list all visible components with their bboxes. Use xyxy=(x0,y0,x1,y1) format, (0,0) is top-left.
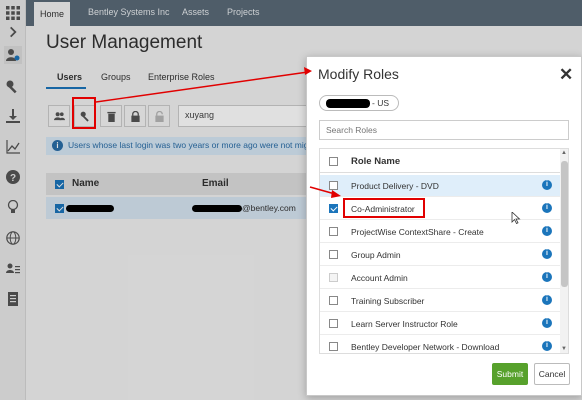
info-icon[interactable]: i xyxy=(542,318,552,328)
roles-scrollbar[interactable]: ▲ ▼ xyxy=(560,149,568,353)
role-name: Account Admin xyxy=(351,273,408,283)
scroll-down-icon[interactable]: ▼ xyxy=(561,346,567,352)
organization-pill: - US xyxy=(319,95,399,111)
role-checkbox[interactable] xyxy=(329,204,338,213)
info-icon[interactable]: i xyxy=(542,272,552,282)
info-icon[interactable]: i xyxy=(542,203,552,213)
list-item[interactable]: Training Subscriber i xyxy=(320,290,560,312)
role-name: Learn Server Instructor Role xyxy=(351,319,458,329)
role-name: Group Admin xyxy=(351,250,401,260)
role-checkbox-disabled xyxy=(329,273,338,282)
close-icon[interactable]: ✕ xyxy=(559,65,573,85)
scrollbar-thumb[interactable] xyxy=(561,161,568,287)
mouse-cursor-icon xyxy=(511,212,521,224)
role-checkbox[interactable] xyxy=(329,181,338,190)
org-suffix: - US xyxy=(372,98,389,108)
highlight-box-co-administrator xyxy=(343,198,425,218)
role-checkbox[interactable] xyxy=(329,227,338,236)
info-icon[interactable]: i xyxy=(542,226,552,236)
info-icon[interactable]: i xyxy=(542,295,552,305)
role-name: Product Delivery - DVD xyxy=(351,181,439,191)
info-icon[interactable]: i xyxy=(542,180,552,190)
dialog-title: Modify Roles xyxy=(318,66,399,82)
list-item[interactable]: Account Admin i xyxy=(320,267,560,289)
scroll-up-icon[interactable]: ▲ xyxy=(561,150,567,156)
roles-list-header: Role Name xyxy=(320,149,568,173)
list-item[interactable]: ProjectWise ContextShare - Create i xyxy=(320,221,560,243)
list-item[interactable]: Product Delivery - DVD i xyxy=(320,175,560,197)
role-name: Bentley Developer Network - Download xyxy=(351,342,500,352)
role-checkbox[interactable] xyxy=(329,296,338,305)
role-checkbox[interactable] xyxy=(329,250,338,259)
info-icon[interactable]: i xyxy=(542,341,552,351)
role-checkbox[interactable] xyxy=(329,342,338,351)
submit-button[interactable]: Submit xyxy=(492,363,528,385)
search-roles-input[interactable] xyxy=(319,120,569,140)
list-item[interactable]: Learn Server Instructor Role i xyxy=(320,313,560,335)
role-name: Training Subscriber xyxy=(351,296,425,306)
highlight-box-modify-roles xyxy=(72,97,96,129)
list-item[interactable]: Group Admin i xyxy=(320,244,560,266)
cancel-button[interactable]: Cancel xyxy=(534,363,570,385)
role-checkbox[interactable] xyxy=(329,319,338,328)
role-name-column-header: Role Name xyxy=(351,156,401,167)
modify-roles-dialog: Modify Roles ✕ - US Role Name Product De… xyxy=(306,56,582,396)
redacted-org-name xyxy=(326,99,370,108)
select-all-roles-checkbox[interactable] xyxy=(329,157,338,166)
roles-list: Role Name Product Delivery - DVD i Co-Ad… xyxy=(319,148,569,354)
info-icon[interactable]: i xyxy=(542,249,552,259)
list-item[interactable]: Bentley Developer Network - Download i xyxy=(320,336,560,353)
role-name: ProjectWise ContextShare - Create xyxy=(351,227,484,237)
